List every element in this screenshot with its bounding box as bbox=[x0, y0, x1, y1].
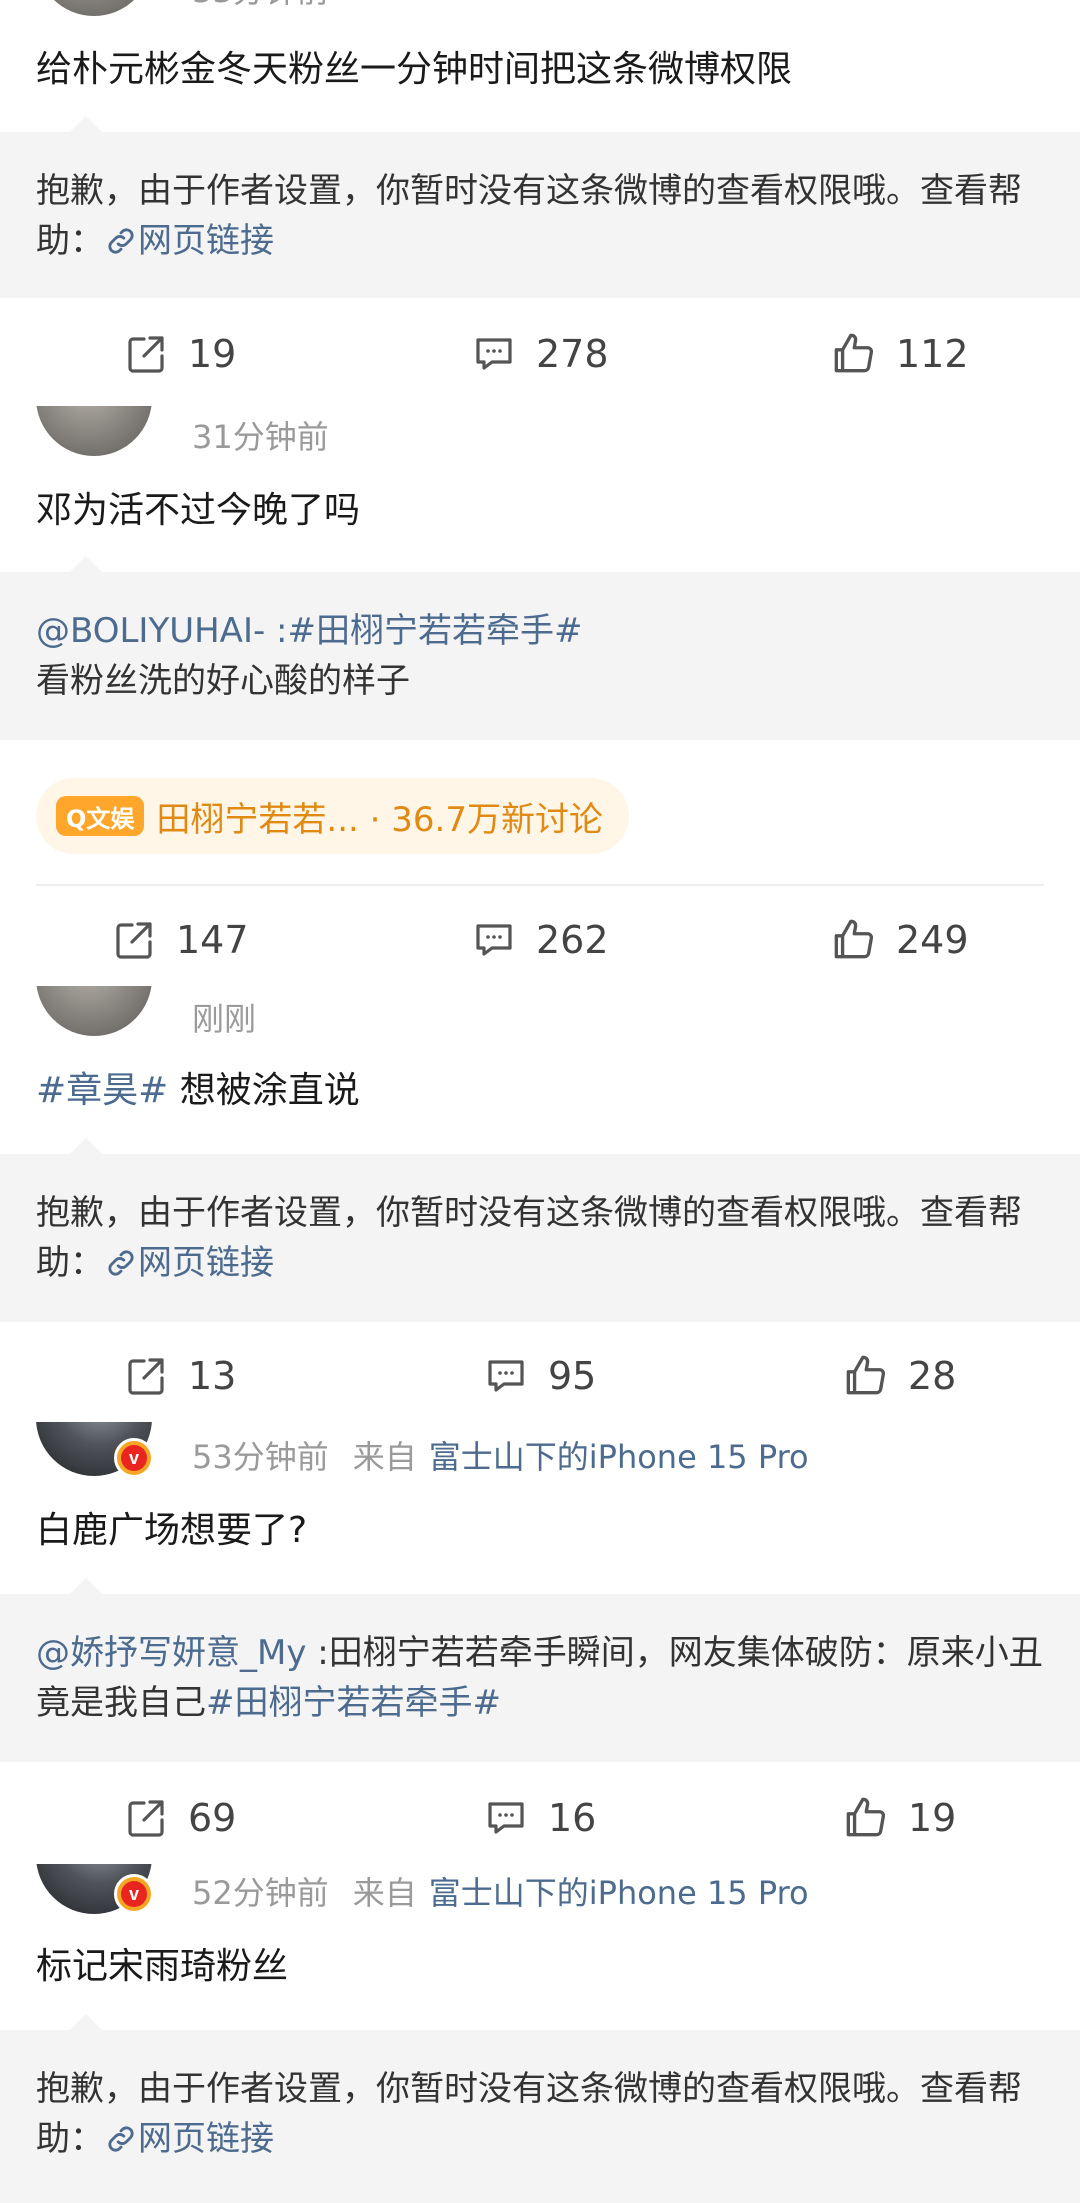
avatar[interactable] bbox=[36, 0, 152, 16]
web-link[interactable]: 网页链接 bbox=[104, 221, 274, 261]
like-button[interactable]: 19 bbox=[840, 1778, 956, 1858]
comment-button[interactable]: 95 bbox=[482, 1336, 596, 1416]
post-text[interactable]: 给朴元彬金冬天粉丝一分钟时间把这条微博权限 bbox=[36, 45, 1046, 95]
like-icon bbox=[834, 919, 874, 959]
divider bbox=[36, 884, 1044, 886]
post-actions: 13 95 28 bbox=[0, 1336, 1080, 1416]
post-actions: 147 262 249 bbox=[0, 900, 1080, 980]
verified-badge: v bbox=[114, 1874, 154, 1914]
topic-pill[interactable]: Q文娱 田栩宁若若... · 36.7万新讨论 bbox=[36, 778, 629, 854]
quoted-post[interactable]: @娇抒写妍意_My :田栩宁若若牵手瞬间，网友集体破防：原来小丑竟是我自己#田栩… bbox=[0, 1578, 1080, 1762]
post-text[interactable]: #章昊# 想被涂直说 bbox=[36, 1066, 360, 1116]
comment-icon bbox=[488, 1360, 524, 1392]
post-text[interactable]: 白鹿广场想要了? bbox=[36, 1506, 307, 1556]
link-icon bbox=[108, 2126, 134, 2152]
web-link[interactable]: 网页链接 bbox=[104, 2119, 274, 2159]
comment-button[interactable]: 16 bbox=[482, 1778, 596, 1858]
comment-button[interactable]: 278 bbox=[470, 314, 609, 394]
repost-button[interactable]: 147 bbox=[110, 900, 249, 980]
web-link[interactable]: 网页链接 bbox=[104, 1243, 274, 1283]
comment-icon bbox=[488, 1802, 524, 1834]
like-button[interactable]: 28 bbox=[840, 1336, 956, 1416]
repost-icon bbox=[116, 922, 152, 959]
device-source[interactable]: 富士山下的iPhone 15 Pro bbox=[429, 1438, 809, 1476]
post-actions: 69 16 19 bbox=[0, 1778, 1080, 1858]
quoted-post[interactable]: 抱歉，由于作者设置，你暂时没有这条微博的查看权限哦。查看帮助： 网页链接 bbox=[0, 1138, 1080, 1322]
post-meta: 52分钟前 来自 富士山下的iPhone 15 Pro bbox=[192, 1868, 809, 1914]
topic-label: 田栩宁若若... · 36.7万新讨论 bbox=[156, 799, 603, 840]
mention-link[interactable]: @娇抒写妍意_My bbox=[36, 1633, 306, 1673]
topic-tag: Q文娱 bbox=[56, 796, 145, 836]
like-button[interactable]: 249 bbox=[828, 900, 969, 980]
post-time: 53分钟前 bbox=[192, 1438, 329, 1476]
post-meta: 53分钟前 来自 富士山下的iPhone 15 Pro bbox=[192, 1432, 809, 1478]
mention-link[interactable]: @BOLIYUHAI- bbox=[36, 611, 265, 651]
post-time: 52分钟前 bbox=[192, 1874, 329, 1912]
like-icon bbox=[846, 1797, 886, 1837]
link-icon bbox=[108, 228, 134, 254]
hashtag-link[interactable]: #章昊# bbox=[36, 1070, 168, 1111]
post-text[interactable]: 邓为活不过今晚了吗 bbox=[36, 486, 360, 536]
quoted-post[interactable]: @BOLIYUHAI- :#田栩宁若若牵手# 看粉丝洗的好心酸的样子 bbox=[0, 556, 1080, 740]
like-icon bbox=[846, 1355, 886, 1395]
source-prefix: 来自 bbox=[352, 1874, 417, 1912]
post-text[interactable]: 标记宋雨琦粉丝 bbox=[36, 1942, 288, 1992]
hashtag-link[interactable]: #田栩宁若若牵手# bbox=[288, 611, 583, 651]
post-time: 33分钟前 bbox=[192, 0, 329, 12]
post-time: 刚刚 bbox=[192, 1000, 257, 1038]
repost-button[interactable]: 19 bbox=[122, 314, 236, 394]
repost-icon bbox=[128, 1358, 164, 1395]
device-source[interactable]: 富士山下的iPhone 15 Pro bbox=[429, 1874, 809, 1912]
post-time: 31分钟前 bbox=[192, 418, 329, 456]
link-icon bbox=[108, 1250, 134, 1276]
post-actions: 19 278 112 bbox=[0, 314, 1080, 394]
comment-button[interactable]: 262 bbox=[470, 900, 609, 980]
quote-separator: : bbox=[265, 611, 288, 651]
quoted-post[interactable]: 抱歉，由于作者设置，你暂时没有这条微博的查看权限哦。查看帮助： 网页链接 bbox=[0, 116, 1080, 298]
repost-button[interactable]: 13 bbox=[122, 1336, 236, 1416]
source-prefix: 来自 bbox=[352, 1438, 417, 1476]
repost-icon bbox=[128, 1800, 164, 1837]
comment-icon bbox=[476, 924, 512, 956]
repost-button[interactable]: 69 bbox=[122, 1778, 236, 1858]
verified-badge: v bbox=[114, 1438, 154, 1478]
like-button[interactable]: 112 bbox=[828, 314, 969, 394]
comment-icon bbox=[476, 338, 512, 370]
quoted-post[interactable]: 抱歉，由于作者设置，你暂时没有这条微博的查看权限哦。查看帮助： 网页链接 bbox=[0, 2014, 1080, 2203]
repost-icon bbox=[128, 336, 164, 373]
quote-text: 看粉丝洗的好心酸的样子 bbox=[36, 661, 410, 701]
like-icon bbox=[834, 333, 874, 373]
weibo-feed: 33分钟前 给朴元彬金冬天粉丝一分钟时间把这条微博权限 抱歉，由于作者设置，你暂… bbox=[0, 0, 1080, 2203]
hashtag-link[interactable]: #田栩宁若若牵手# bbox=[206, 1683, 501, 1723]
